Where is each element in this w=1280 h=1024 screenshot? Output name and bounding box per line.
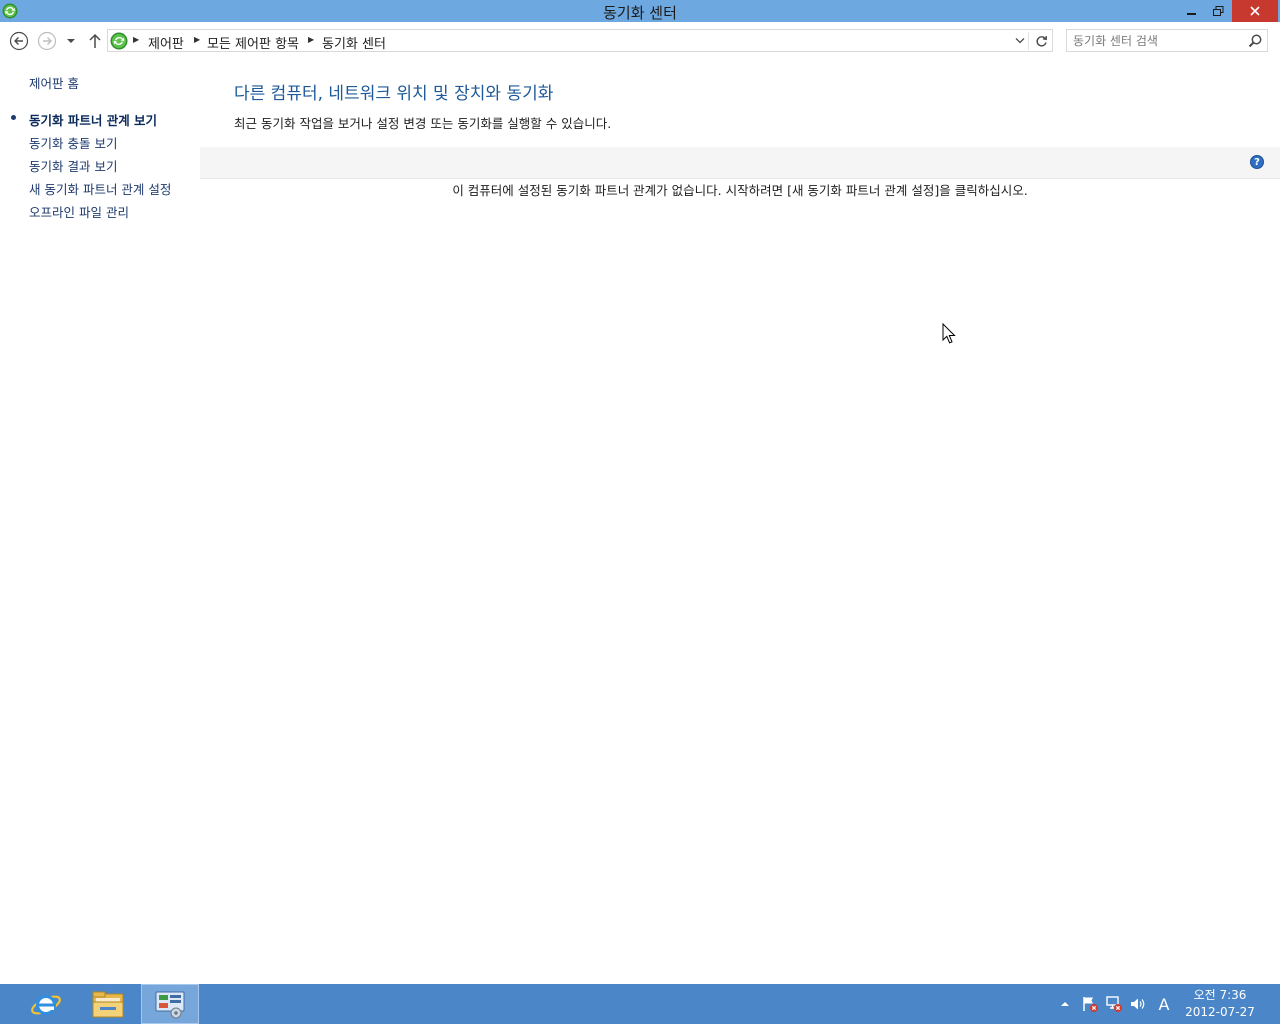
control-panel-icon [155, 991, 185, 1019]
taskbar: A 오전 7:36 2012-07-27 [0, 984, 1280, 1024]
no-partnerships-message: 이 컴퓨터에 설정된 동기화 파트너 관계가 없습니다. 시작하려면 [새 동기… [452, 183, 1028, 198]
breadcrumb-separator-icon[interactable]: ▶ [194, 35, 200, 44]
command-bar: ? [200, 147, 1280, 179]
view-conflicts-link[interactable]: 동기화 충돌 보기 [29, 133, 117, 152]
search-box[interactable] [1066, 29, 1268, 52]
taskbar-control-panel[interactable] [141, 984, 199, 1024]
breadcrumb-all-items[interactable]: 모든 제어판 항목 [207, 33, 299, 52]
window-title: 동기화 센터 [603, 4, 677, 22]
view-results-link[interactable]: 동기화 결과 보기 [29, 156, 117, 175]
taskbar-file-explorer[interactable] [79, 984, 137, 1024]
mouse-cursor-icon [942, 323, 956, 344]
forward-button[interactable] [37, 31, 57, 51]
restore-button[interactable] [1206, 0, 1230, 22]
address-bar[interactable]: ▶ 제어판 ▶ 모든 제어판 항목 ▶ 동기화 센터 [107, 29, 1053, 52]
search-input[interactable] [1073, 32, 1243, 49]
chevron-down-icon [67, 39, 75, 43]
sync-center-location-icon [110, 32, 128, 50]
network-disconnected-icon [1106, 996, 1122, 1012]
help-button[interactable]: ? [1250, 155, 1264, 169]
up-button[interactable] [85, 31, 105, 51]
view-partnerships-link[interactable]: 동기화 파트너 관계 보기 [29, 110, 157, 129]
breadcrumb-sync-center[interactable]: 동기화 센터 [322, 33, 386, 52]
up-arrow-icon [89, 33, 101, 48]
title-bar: 동기화 센터 [0, 0, 1280, 22]
search-icon[interactable] [1247, 33, 1263, 49]
back-button[interactable] [9, 31, 29, 51]
volume-tray[interactable] [1128, 984, 1148, 1024]
setup-partnership-link[interactable]: 새 동기화 파트너 관계 설정 [29, 179, 171, 198]
breadcrumb-separator-icon[interactable]: ▶ [308, 35, 314, 44]
chevron-down-icon [1015, 38, 1024, 44]
internet-explorer-icon [31, 995, 61, 1015]
manage-offline-files-link[interactable]: 오프라인 파일 관리 [29, 202, 129, 221]
close-icon [1250, 6, 1260, 16]
taskbar-internet-explorer[interactable] [17, 984, 75, 1024]
action-center-tray[interactable] [1080, 984, 1100, 1024]
minimize-icon [1187, 13, 1196, 15]
action-center-flag-icon [1083, 997, 1098, 1012]
active-item-bullet [11, 115, 16, 120]
show-hidden-icons-button[interactable] [1058, 984, 1072, 1024]
restore-icon [1212, 5, 1223, 16]
back-arrow-icon [9, 31, 29, 51]
refresh-icon [1035, 35, 1047, 46]
network-tray[interactable] [1104, 984, 1124, 1024]
address-history-button[interactable] [1011, 32, 1029, 50]
control-panel-home-link[interactable]: 제어판 홈 [29, 73, 79, 92]
clock-date: 2012-07-27 [1185, 1005, 1255, 1019]
clock-time: 오전 7:36 [1193, 988, 1247, 1002]
clock[interactable]: 오전 7:36 2012-07-27 [1178, 987, 1262, 1021]
task-pane: 제어판 홈 동기화 파트너 관계 보기 동기화 충돌 보기 동기화 결과 보기 … [0, 60, 200, 980]
forward-arrow-icon [37, 31, 57, 51]
page-title: 다른 컴퓨터, 네트워크 위치 및 장치와 동기화 [234, 84, 554, 104]
breadcrumb-separator-icon[interactable]: ▶ [133, 35, 139, 44]
recent-locations-button[interactable] [62, 31, 80, 51]
chevron-up-icon [1061, 1002, 1069, 1006]
folder-icon [92, 991, 124, 1018]
navigation-bar: ▶ 제어판 ▶ 모든 제어판 항목 ▶ 동기화 센터 [0, 22, 1280, 60]
close-button[interactable] [1232, 0, 1278, 22]
breadcrumb-control-panel[interactable]: 제어판 [148, 33, 184, 52]
minimize-button[interactable] [1180, 0, 1204, 22]
page-description: 최근 동기화 작업을 보거나 설정 변경 또는 동기화를 실행할 수 있습니다. [234, 116, 612, 131]
refresh-button[interactable] [1031, 32, 1051, 50]
volume-icon [1131, 998, 1145, 1010]
input-method-indicator[interactable]: A [1152, 984, 1176, 1024]
